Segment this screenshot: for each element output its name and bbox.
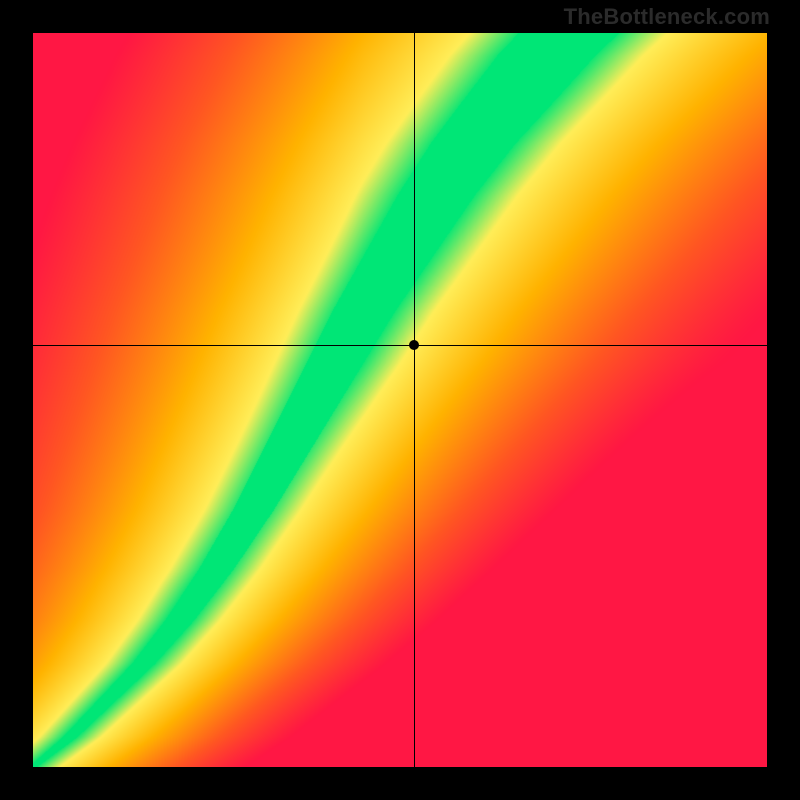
crosshair-vertical (414, 33, 415, 767)
watermark-text: TheBottleneck.com (564, 4, 770, 30)
data-point-marker (409, 340, 419, 350)
heatmap-canvas (33, 33, 767, 767)
heatmap-plot (33, 33, 767, 767)
crosshair-horizontal (33, 345, 767, 346)
